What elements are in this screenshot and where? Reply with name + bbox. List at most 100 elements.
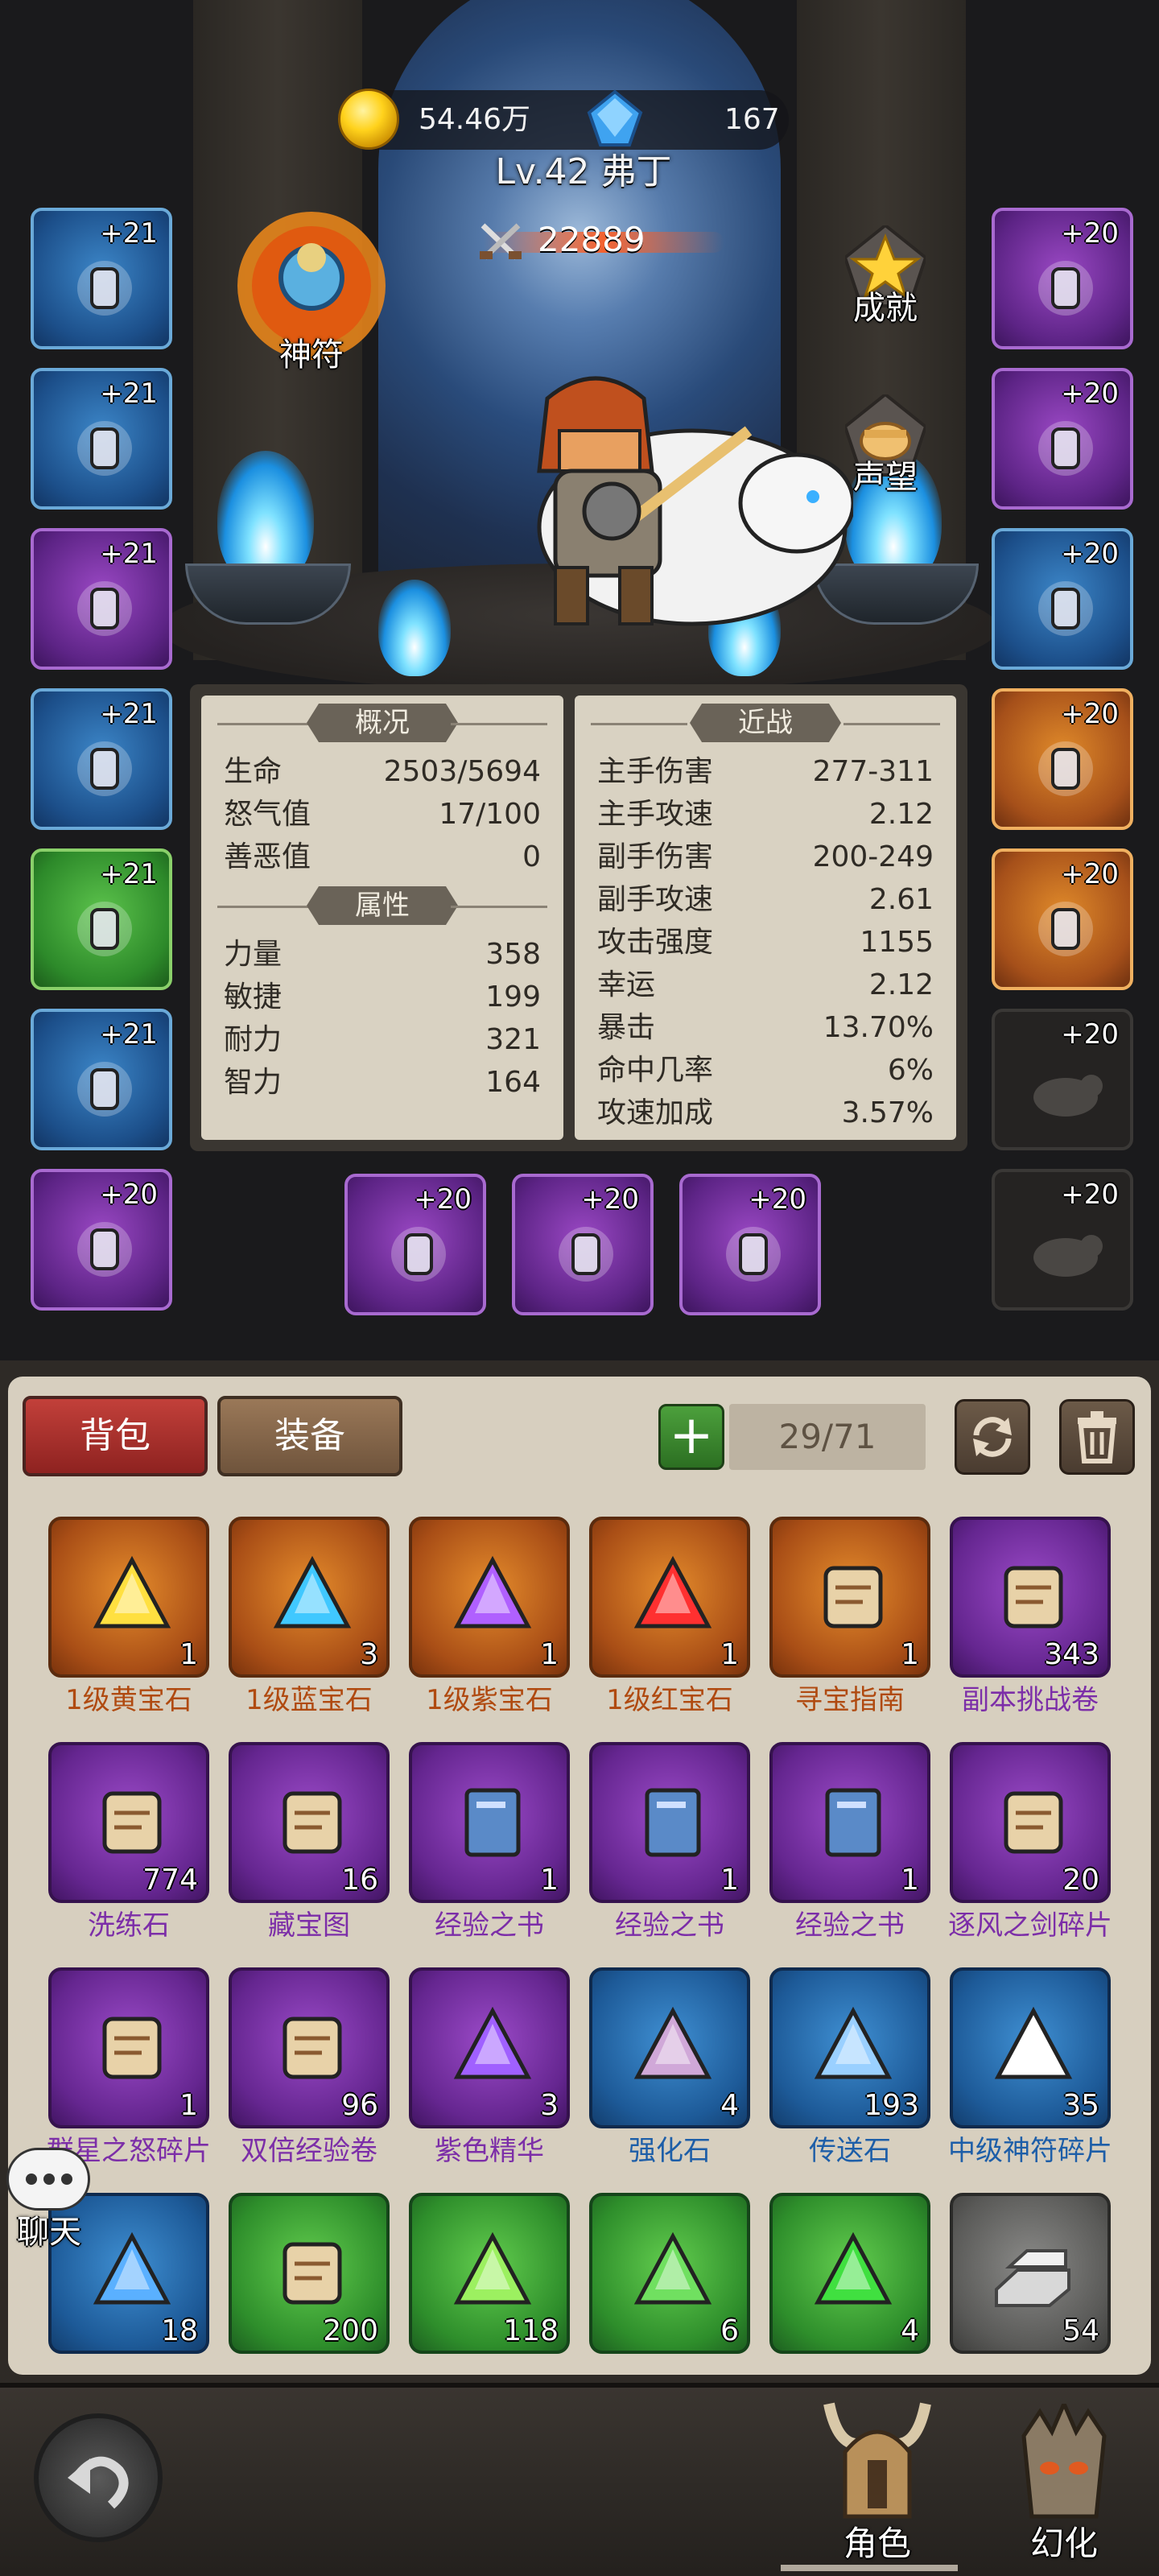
inventory-item[interactable]: 1 [409,1742,570,1903]
inventory-item[interactable]: 6 [589,2193,750,2354]
inventory-item[interactable]: 1 [48,1517,209,1678]
spiked-mask-icon [1021,2404,1107,2519]
item-count: 1 [901,1638,919,1671]
stats-left-column[interactable]: 概况 生命 2503/5694 怒气值 17/100 善恶值 0 属性 力量 358 敏捷 19… [201,696,563,1140]
item-name: 1级蓝宝石 [245,1684,373,1716]
left-slot[interactable]: +21 [31,528,172,670]
inventory-item[interactable]: 1 [769,1742,930,1903]
stat-value: 2.12 [868,798,934,831]
silver-ingot-icon [995,2249,1070,2307]
stat-value: 2.12 [868,968,934,1001]
red-gem-icon [633,1555,712,1629]
sort-button[interactable] [955,1399,1030,1475]
pants-icon [1038,421,1093,476]
nav-character[interactable]: 角色 [797,2396,958,2573]
delete-button[interactable] [1059,1399,1135,1475]
inventory-item[interactable]: 774 [48,1742,209,1903]
potion-cup-icon [283,2242,342,2305]
tab-equipment[interactable]: 装备 [217,1396,402,1476]
left-slot[interactable]: +21 [31,848,172,990]
right-slot[interactable]: +20 [992,208,1133,349]
stats-right-column[interactable]: 近战 主手伤害 277-311 主手攻速 2.12 副手伤害 200-249 副手攻速 2.6… [575,696,956,1140]
inventory-item[interactable]: 1 [409,1517,570,1678]
inventory-item[interactable]: 1 [769,1517,930,1678]
left-slot[interactable]: +21 [31,1009,172,1150]
item-count: 193 [864,2089,919,2122]
inventory-item[interactable]: 35 [950,1967,1111,2128]
stat-value: 13.70% [823,1011,934,1044]
inventory-item[interactable]: 1 [589,1742,750,1903]
inventory-item[interactable]: 1 [589,1517,750,1678]
right-slot[interactable]: +20 [992,688,1133,830]
exp-scroll-icon [283,2017,342,2079]
chat-button[interactable]: 聊天 [5,2148,93,2260]
slot-level: +20 [1061,858,1119,890]
achievement-button[interactable]: 成就 [813,217,958,370]
stat-value: 6% [887,1054,934,1087]
inventory-item[interactable]: 96 [229,1967,390,2128]
stat-label: 耐力 [224,1023,283,1056]
weapon-slot[interactable]: +20 [679,1174,821,1315]
left-slot[interactable]: +21 [31,368,172,510]
item-count: 3 [360,1638,378,1671]
stat-label: 主手伤害 [597,755,714,788]
item-name: 藏宝图 [268,1909,350,1942]
inventory-item[interactable]: 20 [950,1742,1111,1903]
right-slot[interactable]: +20 [992,368,1133,510]
slot-level: +21 [100,378,158,410]
slot-level: +20 [1061,538,1119,570]
nav-transform[interactable]: 幻化 [984,2396,1145,2573]
tab-bag[interactable]: 背包 [23,1396,208,1476]
slot-level: +21 [100,698,158,730]
stat-label: 力量 [224,938,283,971]
blue-flame [378,580,451,676]
weapon-slot[interactable]: +20 [344,1174,486,1315]
talisman-button[interactable]: 神符 [227,201,396,386]
right-slot[interactable]: +20 [992,528,1133,670]
item-count: 1 [720,1638,739,1671]
item-name: 逐风之剑碎片 [948,1909,1112,1942]
inventory-item[interactable]: 1 [48,1967,209,2128]
inventory-item[interactable]: 193 [769,1967,930,2128]
purple-gem-icon [453,1555,532,1629]
back-button[interactable] [34,2413,163,2542]
left-slot[interactable]: +21 [31,688,172,830]
inventory-item[interactable]: 16 [229,1742,390,1903]
weapon-slot[interactable]: +20 [512,1174,654,1315]
inventory-item[interactable]: 3 [409,1967,570,2128]
bracer-icon [77,1062,132,1117]
gold-coin-icon [338,89,399,150]
gold-amount: 54.46万 [419,103,531,136]
horned-helmet-icon [823,2402,931,2519]
item-count: 96 [341,2089,378,2122]
book-icon [645,1788,701,1857]
inventory-item[interactable]: 4 [769,2193,930,2354]
left-slot[interactable]: +21 [31,208,172,349]
yellow-gem-icon [93,1555,171,1629]
inventory-item[interactable]: 343 [950,1517,1111,1678]
stat-label: 主手攻速 [597,798,714,831]
inventory-item[interactable]: 54 [950,2193,1111,2354]
stat-label: 幸运 [597,968,656,1001]
rune-stone-icon [102,1791,162,1854]
chat-bubble-icon [6,2148,90,2211]
shoulder-icon [77,581,132,636]
chat-label: 聊天 [17,2214,81,2251]
left-slot[interactable]: +20 [31,1169,172,1311]
overview-title: 概况 [307,704,458,742]
inventory-item[interactable]: 3 [229,1517,390,1678]
item-count: 54 [1062,2314,1099,2347]
inventory-item[interactable]: 4 [589,1967,750,2128]
stat-value: 277-311 [812,755,934,788]
right-slot[interactable]: +20 [992,848,1133,990]
diamond-icon [587,89,643,147]
slot-level: +20 [1061,1018,1119,1051]
inventory-item[interactable]: 118 [409,2193,570,2354]
back-arrow-icon [68,2456,129,2509]
expand-capacity-button[interactable]: + [658,1404,724,1470]
item-name: 经验之书 [795,1909,905,1942]
right-slot[interactable]: +20 [992,1169,1133,1311]
right-slot[interactable]: +20 [992,1009,1133,1150]
stat-row: 生命 2503/5694 [201,750,563,793]
inventory-item[interactable]: 200 [229,2193,390,2354]
